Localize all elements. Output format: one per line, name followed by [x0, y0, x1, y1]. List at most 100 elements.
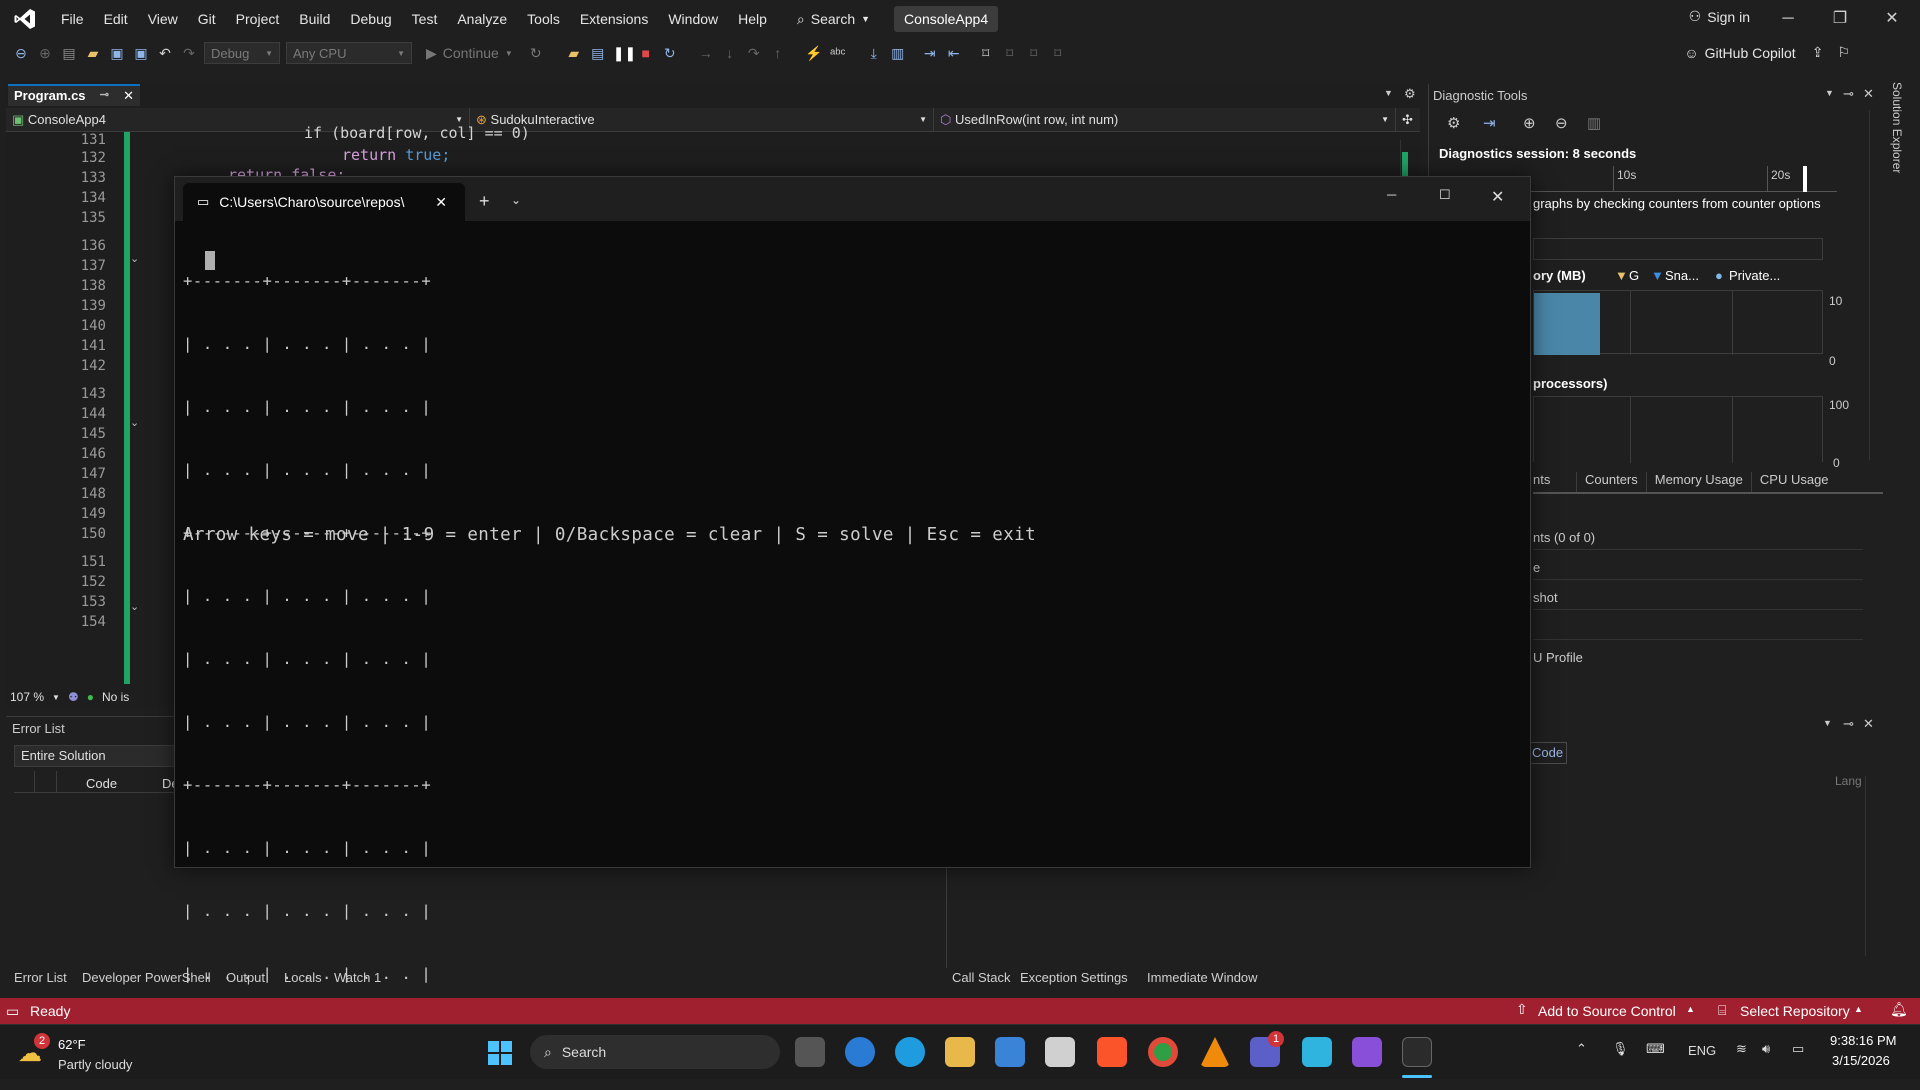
menu-test[interactable]: Test	[402, 0, 448, 38]
fold-chevron-icon[interactable]: ⌄	[130, 600, 139, 613]
zoom-in-icon[interactable]: ⊕	[1523, 114, 1536, 132]
weather-desc[interactable]: Partly cloudy	[58, 1057, 132, 1072]
scope-select[interactable]: Entire Solution	[14, 745, 178, 767]
visual-studio-logo-icon[interactable]	[13, 7, 37, 31]
spell-check-icon[interactable]: ᵃᵇᶜ	[829, 44, 847, 62]
open-folder-icon[interactable]: ▰	[84, 44, 102, 62]
class-dropdown[interactable]: ⊛ SudokuInteractive ▼	[470, 108, 934, 132]
chevron-up-icon[interactable]: ⌃	[1576, 1041, 1587, 1057]
weather-widget[interactable]: ☁ 2	[18, 1033, 54, 1069]
indent-icon[interactable]: ⇥	[921, 44, 939, 62]
member-dropdown[interactable]: ⬡ UsedInRow(int row, int num) ▼	[934, 108, 1396, 132]
new-item-icon[interactable]: ▤	[60, 44, 78, 62]
add-to-source-control-button[interactable]: Add to Source Control	[1538, 1003, 1676, 1019]
menu-analyze[interactable]: Analyze	[447, 0, 517, 38]
redo-icon[interactable]: ↷	[180, 44, 198, 62]
chrome-browser-icon[interactable]	[1148, 1037, 1178, 1067]
notifications-bell-icon[interactable]: 🔔︎	[1890, 1001, 1908, 1018]
scrollbar[interactable]	[1869, 110, 1879, 460]
sign-in-button[interactable]: ⚇ Sign in	[1689, 8, 1750, 25]
zoom-select[interactable]: 107 %	[10, 690, 44, 704]
store-icon[interactable]	[1045, 1037, 1075, 1067]
brave-browser-icon[interactable]	[1097, 1037, 1127, 1067]
code-filter-button[interactable]: Code	[1527, 742, 1567, 764]
step-out-icon[interactable]: ↑	[769, 44, 787, 62]
tab-cpu-usage[interactable]: CPU Usage	[1752, 472, 1837, 492]
settings-gear-icon[interactable]: ⚙	[1447, 114, 1460, 132]
align-icon[interactable]: ▥	[889, 44, 907, 62]
column-code[interactable]: Code	[86, 776, 117, 791]
chevron-down-icon[interactable]: ⌄	[511, 193, 521, 207]
menu-file[interactable]: File	[51, 0, 94, 38]
browse-icon[interactable]: ▰	[565, 44, 583, 62]
gear-icon[interactable]: ⚙	[1404, 86, 1416, 102]
close-icon[interactable]: ✕	[123, 88, 134, 104]
outdent-icon[interactable]: ⇤	[945, 44, 963, 62]
save-all-icon[interactable]: ▣	[132, 44, 150, 62]
select-repository-button[interactable]: Select Repository	[1740, 1003, 1850, 1019]
menu-window[interactable]: Window	[658, 0, 728, 38]
restore-button[interactable]: ❐	[1820, 6, 1860, 32]
feedback-icon[interactable]: ⚐	[1837, 44, 1850, 61]
notepad-icon[interactable]	[1302, 1037, 1332, 1067]
tab-counters[interactable]: Counters	[1577, 472, 1647, 492]
cpu-graph[interactable]	[1533, 396, 1823, 463]
take-snapshot-row[interactable]: shot	[1533, 584, 1863, 610]
share-icon[interactable]: ⇪	[1812, 44, 1824, 61]
minimize-button[interactable]: ─	[1768, 6, 1808, 32]
fold-chevron-icon[interactable]: ⌄	[130, 252, 139, 265]
new-tab-icon[interactable]: +	[479, 191, 490, 212]
pin-icon[interactable]: ⊸	[1843, 86, 1854, 102]
menu-edit[interactable]: Edit	[94, 0, 138, 38]
taskbar-search[interactable]: ⌕ Search	[530, 1035, 780, 1069]
close-icon[interactable]: ✕	[435, 194, 447, 211]
forward-icon[interactable]: ⊕	[36, 44, 54, 62]
select-tools-icon[interactable]: ⇥	[1483, 114, 1496, 132]
record-cpu-profile-row[interactable]: U Profile	[1533, 644, 1863, 670]
column-language[interactable]: Lang	[1835, 774, 1862, 788]
fold-chevron-icon[interactable]: ⌄	[130, 416, 139, 429]
copilot-app-icon[interactable]	[845, 1037, 875, 1067]
layout-icon[interactable]: ▤	[589, 44, 607, 62]
summary-row[interactable]: e	[1533, 554, 1863, 580]
chevron-down-icon[interactable]: ▼	[52, 693, 60, 702]
save-icon[interactable]: ▣	[108, 44, 126, 62]
back-icon[interactable]: ⊖	[12, 44, 30, 62]
maximize-button[interactable]: ☐	[1439, 187, 1451, 203]
breakpoint-icon[interactable]: ⤓	[865, 44, 883, 62]
issues-label[interactable]: No is	[102, 690, 129, 704]
undo-icon[interactable]: ↶	[156, 44, 174, 62]
battery-icon[interactable]: ▭	[1792, 1041, 1804, 1057]
close-button[interactable]: ✕	[1491, 187, 1504, 207]
reset-view-icon[interactable]: ▥	[1587, 114, 1601, 132]
visual-studio-taskbar-icon[interactable]	[1352, 1037, 1382, 1067]
bookmark-icon[interactable]: ⌑	[977, 44, 995, 62]
bookmark-prev-icon[interactable]: ⌑	[1001, 44, 1019, 62]
github-copilot-button[interactable]: ☺ GitHub Copilot ⇪ ⚐	[1684, 44, 1850, 61]
step-into-icon[interactable]: ↓	[721, 44, 739, 62]
terminal-tab[interactable]: ▭ C:\Users\Charo\source\repos\ ✕	[183, 183, 465, 221]
platform-select[interactable]: Any CPU ▼	[286, 42, 412, 64]
mail-icon[interactable]	[995, 1037, 1025, 1067]
bookmark-clear-icon[interactable]: ⌑	[1049, 44, 1067, 62]
close-button[interactable]: ✕	[1872, 6, 1912, 32]
show-next-statement-icon[interactable]: →	[697, 44, 715, 62]
output-icon[interactable]: ▭	[6, 1003, 19, 1020]
volume-icon[interactable]: 🔊︎	[1762, 1041, 1770, 1057]
menu-tools[interactable]: Tools	[517, 0, 570, 38]
tab-call-stack[interactable]: Call Stack	[952, 970, 1011, 985]
copilot-status-icon[interactable]: ⚉	[68, 690, 79, 704]
menu-debug[interactable]: Debug	[340, 0, 401, 38]
tab-list-dropdown-icon[interactable]: ▼	[1384, 88, 1393, 98]
minimize-button[interactable]: ─	[1387, 187, 1396, 202]
weather-temp[interactable]: 62°F	[58, 1037, 86, 1052]
step-over-icon[interactable]: ↷	[745, 44, 763, 62]
clock-time[interactable]: 9:38:16 PM	[1830, 1033, 1897, 1048]
continue-button[interactable]: ▶ Continue ▼	[426, 45, 513, 62]
stop-icon[interactable]: ■	[637, 44, 655, 62]
close-icon[interactable]: ✕	[1863, 716, 1874, 732]
pin-icon[interactable]: ⊸	[1843, 716, 1854, 732]
diagnostics-icon[interactable]: ⚡	[805, 44, 823, 62]
scrollbar[interactable]	[1865, 776, 1877, 956]
search-menu[interactable]: ⌕ Search ▼	[789, 11, 878, 28]
